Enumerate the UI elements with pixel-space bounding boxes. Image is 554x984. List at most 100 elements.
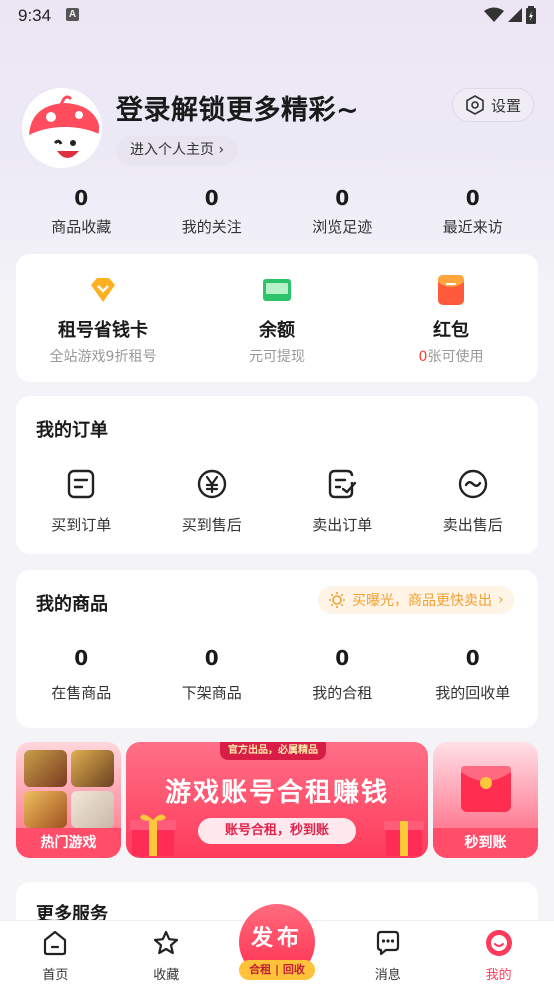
- settings-label: 设置: [490, 96, 521, 115]
- avatar[interactable]: [22, 88, 102, 168]
- red-packet-text: 张可使用: [427, 349, 484, 365]
- exposure-promo[interactable]: 买曝光，商品更快卖出 ›: [318, 586, 514, 614]
- banner-caption: 秒到账: [433, 828, 538, 858]
- tab-label: 我的: [485, 968, 512, 983]
- stats-row: 0 商品收藏 0 我的关注 0 浏览足迹 0 最近来访: [16, 186, 538, 237]
- goods-shared-rent[interactable]: 0 我的合租: [277, 646, 408, 703]
- system-icons: [484, 6, 536, 24]
- sun-icon: [329, 592, 345, 608]
- signal-icon: [508, 8, 522, 22]
- stat-label: 商品收藏: [51, 218, 112, 236]
- goods-recycle[interactable]: 0 我的回收单: [408, 646, 539, 703]
- banner-tag: 官方出品，必属精品: [220, 742, 326, 760]
- star-icon: [154, 930, 179, 955]
- red-packet-item[interactable]: 红包 0张可使用: [364, 254, 538, 382]
- order-label: 卖出售后: [442, 516, 503, 534]
- goods-label: 在售商品: [51, 684, 112, 702]
- red-envelope-icon: [461, 766, 511, 812]
- stat-label: 最近来访: [442, 218, 503, 236]
- orders-card: 我的订单 买到订单 买到售后 卖出订单 卖出售后: [16, 396, 538, 554]
- wallet-title: 红包: [433, 320, 469, 341]
- notification-a-icon: A: [66, 8, 79, 21]
- wallet-sub: 元可提现: [249, 349, 305, 365]
- sold-orders-item[interactable]: 卖出订单: [277, 468, 408, 535]
- battery-icon: [526, 6, 536, 24]
- sold-aftersale-item[interactable]: 卖出售后: [408, 468, 539, 535]
- tab-mine[interactable]: 我的: [443, 921, 554, 984]
- settings-button[interactable]: 设置: [452, 88, 534, 122]
- stat-visitors[interactable]: 0 最近来访: [408, 186, 539, 237]
- banner-caption: 热门游戏: [16, 828, 121, 858]
- stat-value: 0: [335, 186, 350, 210]
- bought-aftersale-item[interactable]: 买到售后: [147, 468, 278, 535]
- goods-value: 0: [335, 646, 350, 670]
- goods-label: 我的回收单: [435, 684, 511, 702]
- savings-card-item[interactable]: 租号省钱卡 全站游戏9折租号: [16, 254, 190, 382]
- edit-doc-icon: [329, 469, 357, 499]
- chevron-right-icon: ›: [498, 592, 504, 608]
- goods-value: 0: [465, 646, 480, 670]
- wallet-title: 余额: [259, 320, 295, 341]
- stat-label: 我的关注: [181, 218, 242, 236]
- tab-label: 收藏: [153, 968, 180, 983]
- wallet-title: 租号省钱卡: [58, 320, 148, 341]
- shared-rent-banner[interactable]: 官方出品，必属精品 游戏账号合租赚钱 账号合租，秒到账: [126, 742, 428, 858]
- message-icon: [376, 930, 399, 956]
- wallet-card: 租号省钱卡 全站游戏9折租号 余额 元可提现 红包 0张可使用: [16, 254, 538, 382]
- game-thumb: [71, 791, 114, 828]
- order-label: 买到订单: [51, 516, 112, 534]
- stat-following[interactable]: 0 我的关注: [147, 186, 278, 237]
- wave-icon: [458, 469, 487, 499]
- tab-label: 首页: [42, 968, 69, 983]
- gift-box-icon: [130, 814, 176, 856]
- diamond-card-icon: [91, 278, 115, 302]
- goods-delisted[interactable]: 0 下架商品: [147, 646, 278, 703]
- stat-favorites[interactable]: 0 商品收藏: [16, 186, 147, 237]
- stat-value: 0: [74, 186, 89, 210]
- orders-title: 我的订单: [36, 420, 108, 441]
- promo-text: 买曝光，商品更快卖出: [352, 593, 492, 609]
- tab-messages[interactable]: 消息: [332, 921, 443, 984]
- login-title[interactable]: 登录解锁更多精彩~: [116, 88, 359, 127]
- hot-games-banner[interactable]: 热门游戏: [16, 742, 121, 858]
- stat-value: 0: [465, 186, 480, 210]
- red-packet-icon: [438, 275, 464, 305]
- bought-orders-item[interactable]: 买到订单: [16, 468, 147, 535]
- yen-icon: [197, 469, 226, 499]
- chevron-right-icon: ›: [214, 142, 225, 158]
- stat-history[interactable]: 0 浏览足迹: [277, 186, 408, 237]
- balance-item[interactable]: 余额 元可提现: [190, 254, 364, 382]
- game-thumb: [71, 750, 114, 787]
- tab-label: 消息: [374, 968, 401, 983]
- status-time: 9:34: [18, 6, 52, 25]
- settings-icon: [466, 95, 484, 115]
- goods-label: 下架商品: [181, 684, 242, 702]
- publish-button[interactable]: 发布 合租 | 回收: [239, 904, 315, 980]
- goods-card: 我的商品 买曝光，商品更快卖出 › 0 在售商品 0 下架商品 0 我的合租 0…: [16, 570, 538, 728]
- goods-row: 0 在售商品 0 下架商品 0 我的合租 0 我的回收单: [16, 646, 538, 703]
- mascot-icon: [25, 91, 99, 165]
- status-bar: 9:34 A: [0, 0, 554, 32]
- banner-title: 游戏账号合租赚钱: [164, 778, 389, 808]
- personal-home-link[interactable]: 进入个人主页 ›: [116, 136, 239, 165]
- home-icon: [44, 930, 67, 956]
- stat-label: 浏览足迹: [312, 218, 373, 236]
- instant-payout-banner[interactable]: 秒到账: [433, 742, 538, 858]
- goods-on-sale[interactable]: 0 在售商品: [16, 646, 147, 703]
- publish-sub-label: 合租 | 回收: [239, 960, 315, 980]
- goods-title: 我的商品: [36, 594, 108, 615]
- tab-favorites[interactable]: 收藏: [111, 921, 222, 984]
- profile-face-icon: [485, 930, 512, 956]
- tab-home[interactable]: 首页: [0, 921, 111, 984]
- order-label: 买到售后: [181, 516, 242, 534]
- gift-box-icon: [384, 821, 424, 856]
- game-thumbnails: [24, 750, 114, 828]
- doc-icon: [68, 469, 95, 499]
- wallet-sub: 0张可使用: [364, 346, 538, 366]
- game-thumb: [24, 791, 67, 828]
- personal-home-label: 进入个人主页: [130, 142, 214, 158]
- goods-label: 我的合租: [312, 684, 373, 702]
- publish-label: 发布: [250, 926, 303, 951]
- order-label: 卖出订单: [312, 516, 373, 534]
- stat-value: 0: [204, 186, 219, 210]
